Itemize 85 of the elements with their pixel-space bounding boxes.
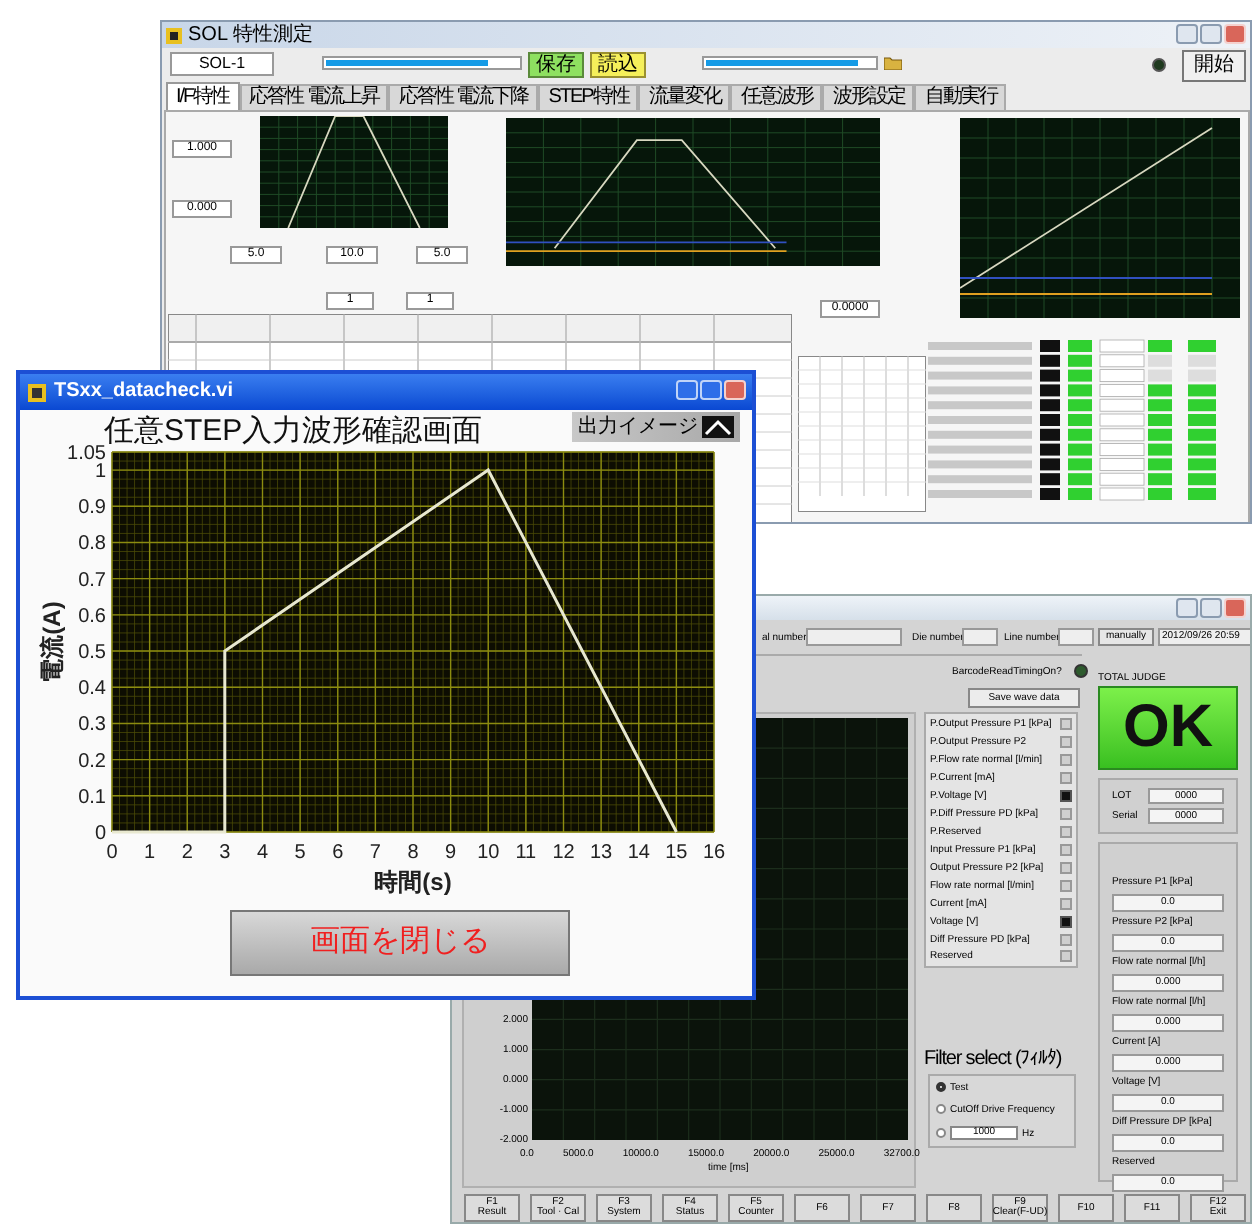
tick-label: 12 — [552, 842, 575, 864]
checkbox[interactable] — [1060, 915, 1072, 928]
tick-label: 13 — [590, 842, 613, 864]
tick-label: 6 — [332, 842, 344, 864]
tick-label: 0 — [94, 823, 106, 845]
tick-label: 11 — [515, 842, 537, 864]
chart-heading: 任意STEP入力波形確認画面 — [104, 414, 483, 448]
tab[interactable]: 任意波形 — [730, 84, 823, 110]
axis-title: 時間(s) — [374, 868, 452, 896]
tab[interactable]: 応答性 電流上昇 — [239, 84, 389, 110]
device-field[interactable]: SOL-1 — [170, 52, 274, 76]
tick-label: 0.1 — [78, 786, 106, 809]
app-icon — [166, 27, 182, 43]
tick-label: 0 — [106, 842, 118, 864]
minimize-button[interactable] — [1176, 598, 1198, 618]
tick-label: 16 — [702, 842, 726, 864]
close-button[interactable] — [724, 380, 746, 400]
window-title: TSxx_datacheck.vi — [54, 380, 233, 404]
tick-label: 0.5 — [78, 642, 106, 665]
checkbox[interactable] — [1060, 879, 1072, 892]
serial-field[interactable] — [806, 628, 902, 646]
file-path-field[interactable] — [322, 56, 522, 70]
tab[interactable]: 自動実行 — [914, 84, 1007, 110]
minimize-button[interactable] — [1176, 24, 1198, 44]
maximize-button[interactable] — [1200, 598, 1222, 618]
output-image-control[interactable]: 出力イメージ — [572, 412, 740, 442]
status-lamp — [1152, 58, 1166, 72]
radio-button[interactable] — [936, 1104, 946, 1115]
close-button[interactable] — [1224, 24, 1246, 44]
tab[interactable]: I/F特性 — [166, 82, 240, 110]
tick-label: 15 — [665, 842, 688, 864]
peak-icon — [702, 416, 734, 438]
tick-label: 5 — [294, 842, 306, 864]
tab[interactable]: STEP特性 — [538, 84, 639, 110]
judge-indicator: OK — [1098, 686, 1238, 770]
close-button[interactable] — [1224, 598, 1246, 618]
checkbox[interactable] — [1060, 772, 1072, 785]
maximize-button[interactable] — [1200, 24, 1222, 44]
checkbox[interactable] — [1060, 843, 1072, 856]
tick-label: 0.8 — [78, 533, 106, 556]
tick-label: 7 — [369, 842, 381, 864]
checkbox[interactable] — [1060, 950, 1072, 963]
tick-label: 0.7 — [78, 569, 106, 592]
tab[interactable]: 流量変化 — [638, 84, 731, 110]
tick-label: 0.3 — [78, 714, 106, 737]
die-field[interactable] — [962, 628, 998, 646]
folder-icon[interactable] — [884, 56, 902, 70]
checkbox[interactable] — [1060, 718, 1072, 731]
status-lamp — [1074, 664, 1088, 678]
folder-path-field[interactable] — [702, 56, 878, 70]
checkbox[interactable] — [1060, 808, 1072, 821]
control-label: 出力イメージ — [578, 416, 698, 438]
tab[interactable]: 応答性 電流下降 — [388, 84, 539, 110]
checkbox[interactable] — [1060, 897, 1072, 910]
tick-label: 4 — [256, 842, 269, 864]
tick-label: 1 — [94, 461, 106, 484]
tick-label: 3 — [219, 842, 231, 864]
line-field[interactable] — [1058, 628, 1094, 646]
checkbox[interactable] — [1060, 861, 1072, 874]
tick-label: 1.05 — [67, 443, 106, 465]
checkbox[interactable] — [1060, 754, 1072, 767]
tick-label: 2 — [181, 842, 193, 864]
app-icon — [28, 383, 46, 401]
tick-label: 0.4 — [78, 678, 106, 701]
checkbox[interactable] — [1060, 790, 1072, 803]
radio-button[interactable] — [936, 1128, 946, 1139]
checkbox[interactable] — [1060, 933, 1072, 946]
tick-label: 0.9 — [78, 497, 106, 520]
tick-label: 14 — [627, 842, 650, 864]
checkbox[interactable] — [1060, 825, 1072, 838]
tick-label: 0.6 — [78, 605, 106, 628]
load-button[interactable]: 読込 — [590, 52, 646, 78]
window-title: SOL 特性測定 — [188, 23, 313, 47]
tick-label: 10 — [477, 842, 500, 864]
radio-button[interactable] — [936, 1082, 946, 1093]
axis-title: 電流(A) — [38, 601, 66, 683]
filter-label: Filter select (ﾌｨﾙﾀ) — [924, 1048, 1062, 1070]
start-button[interactable]: 開始 — [1182, 50, 1246, 82]
tick-label: 1 — [144, 842, 156, 864]
tick-label: 0.2 — [78, 750, 106, 773]
save-button[interactable]: 保存 — [528, 52, 584, 78]
tick-label: 8 — [407, 842, 419, 864]
tab[interactable]: 波形設定 — [822, 84, 915, 110]
checkbox[interactable] — [1060, 736, 1072, 749]
tick-label: 9 — [445, 842, 457, 864]
